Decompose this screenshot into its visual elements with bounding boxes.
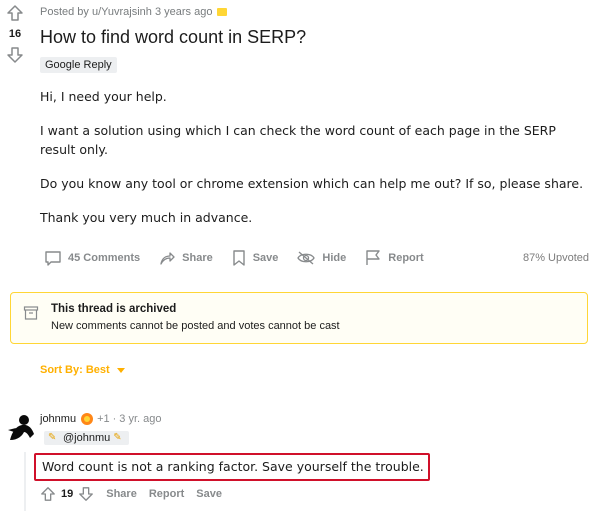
post-action-bar: 45 Comments Share Save Hide Report 87% U… <box>44 249 589 267</box>
comment-karma: +1 <box>97 413 110 425</box>
post-vote-column: 16 <box>4 4 26 64</box>
comment-report-button[interactable]: Report <box>149 488 184 500</box>
comment-save-button[interactable]: Save <box>196 488 222 500</box>
share-button[interactable]: Share <box>158 249 213 267</box>
hide-label: Hide <box>322 252 347 264</box>
hide-button[interactable]: Hide <box>296 249 346 267</box>
upvote-icon[interactable] <box>40 486 56 502</box>
archive-icon <box>23 306 39 320</box>
hide-icon <box>297 251 316 265</box>
meta-separator: · <box>112 413 117 425</box>
caret-down-icon <box>116 367 125 373</box>
post-paragraph: Do you know any tool or chrome extension… <box>40 176 584 191</box>
comment-header: johnmu +1 · 3 yr. ago <box>40 413 162 425</box>
award-icon <box>217 8 228 16</box>
emoji-icon: ✎ <box>48 432 57 443</box>
comments-label: 45 Comments <box>68 252 141 264</box>
user-flair-handle: @johnmu <box>63 432 111 444</box>
sort-label: Sort By: Best <box>40 364 110 376</box>
thread-line[interactable] <box>24 452 26 511</box>
post-meta-text: Posted by u/Yuvrajsinh 3 years ago <box>40 6 213 18</box>
downvote-icon[interactable] <box>6 46 24 64</box>
share-label: Share <box>182 252 213 264</box>
post-paragraph: I want a solution using which I can chec… <box>40 123 556 157</box>
comment-action-bar: 19 Share Report Save <box>40 486 222 502</box>
award-icon <box>81 413 94 425</box>
comment-share-button[interactable]: Share <box>106 488 137 500</box>
avatar[interactable] <box>4 412 36 444</box>
post-paragraph: Hi, I need your help. <box>40 89 167 104</box>
report-button[interactable]: Report <box>364 249 424 267</box>
post-flair[interactable]: Google Reply <box>40 57 117 73</box>
comment-time[interactable]: 3 yr. ago <box>119 413 161 425</box>
comments-button[interactable]: 45 Comments <box>44 249 140 267</box>
comment-username[interactable]: johnmu <box>40 413 76 425</box>
comment-body: Word count is not a ranking factor. Save… <box>34 453 430 481</box>
post-score: 16 <box>8 28 22 40</box>
comment-score: 19 <box>61 488 74 500</box>
share-icon <box>160 252 175 265</box>
upvote-icon[interactable] <box>6 4 24 22</box>
save-button[interactable]: Save <box>231 249 279 267</box>
sort-dropdown[interactable]: Sort By: Best <box>40 364 125 376</box>
flag-icon <box>366 250 380 265</box>
post-paragraph: Thank you very much in advance. <box>40 210 253 225</box>
post-body: Hi, I need your help. I want a solution … <box>40 87 592 227</box>
archived-notice: This thread is archived New comments can… <box>10 292 588 344</box>
upvote-ratio: 87% Upvoted <box>522 252 589 264</box>
post-title[interactable]: How to find word count in SERP? <box>40 27 592 48</box>
archived-title: This thread is archived <box>51 303 177 315</box>
emoji-icon: ✎ <box>113 432 122 443</box>
post: Posted by u/Yuvrajsinh 3 years ago How t… <box>40 0 592 242</box>
user-flair: ✎ @johnmu ✎ <box>44 431 130 445</box>
comment-icon <box>45 251 61 266</box>
post-meta: Posted by u/Yuvrajsinh 3 years ago <box>40 6 592 18</box>
save-label: Save <box>252 252 279 264</box>
bookmark-icon <box>233 250 245 266</box>
downvote-icon[interactable] <box>78 486 94 502</box>
archived-message: New comments cannot be posted and votes … <box>51 320 340 332</box>
report-label: Report <box>388 252 424 264</box>
